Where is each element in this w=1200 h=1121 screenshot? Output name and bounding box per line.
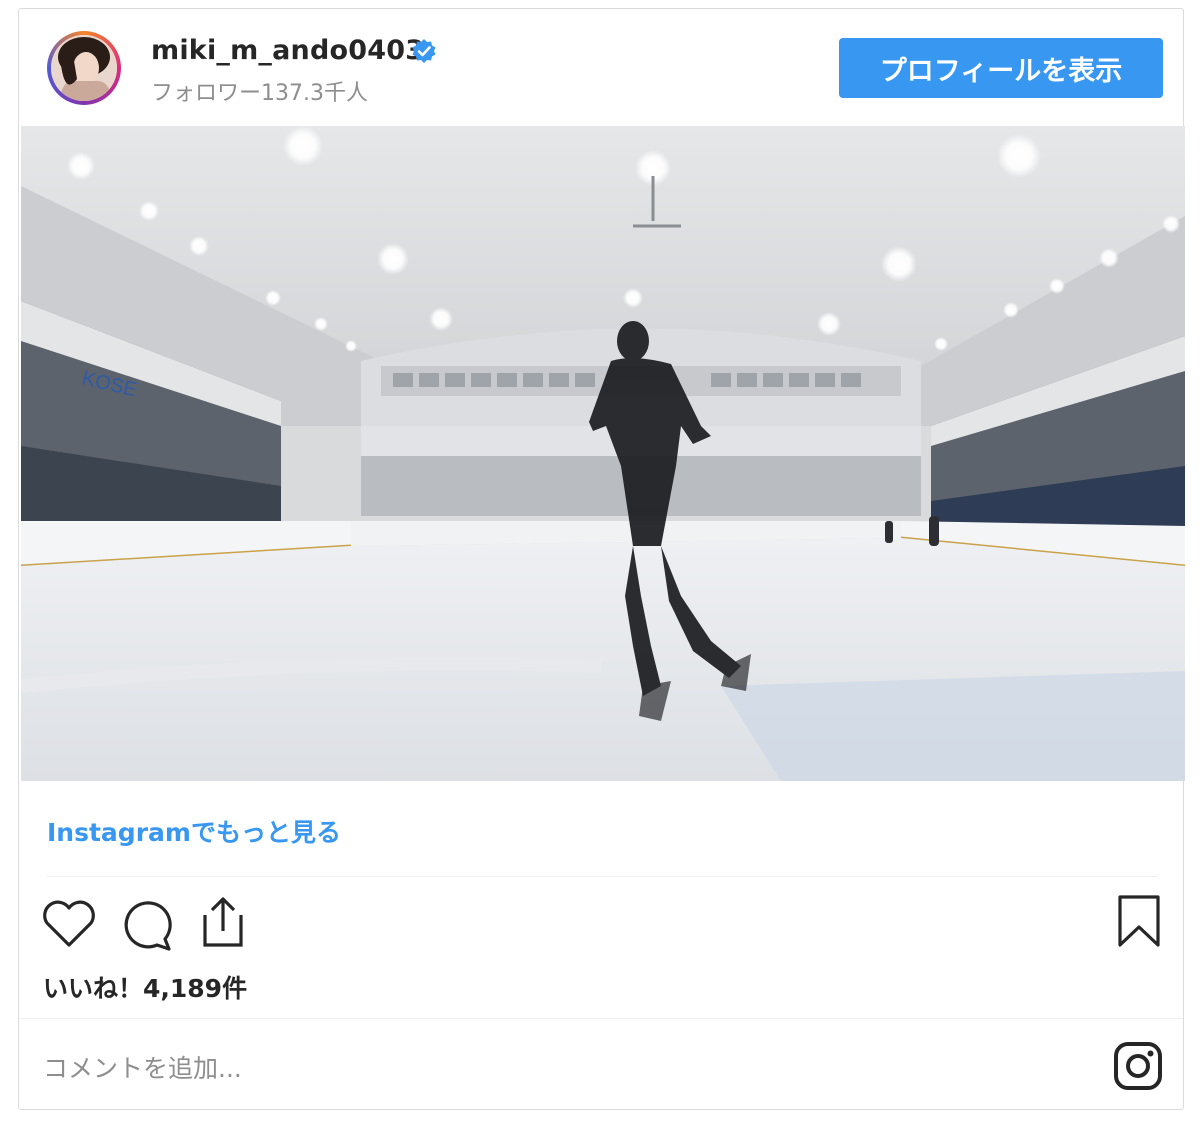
share-icon[interactable]	[197, 893, 249, 949]
avatar[interactable]	[47, 31, 121, 105]
instagram-embed-card: miki_m_ando0403 フォロワー137.3千人 プロフィールを表示 K…	[18, 8, 1185, 1110]
add-comment-link[interactable]: コメントを追加...	[43, 1049, 242, 1085]
post-header: miki_m_ando0403 フォロワー137.3千人 プロフィールを表示	[19, 9, 1183, 126]
avatar-image	[51, 35, 117, 101]
heart-icon[interactable]	[41, 897, 97, 949]
view-more-on-instagram-link[interactable]: Instagramでもっと見る	[47, 813, 341, 849]
view-profile-button[interactable]: プロフィールを表示	[839, 38, 1163, 98]
verified-badge-icon	[412, 39, 436, 63]
ice-rink-scene: KOSE	[21, 126, 1185, 781]
like-count[interactable]: いいね！4,189件	[43, 969, 247, 1005]
username[interactable]: miki_m_ando0403	[151, 35, 424, 66]
post-video[interactable]: KOSE	[21, 126, 1185, 781]
follower-count: フォロワー137.3千人	[151, 81, 368, 106]
divider	[19, 1018, 1183, 1019]
comment-icon[interactable]	[117, 897, 173, 953]
divider	[47, 876, 1157, 877]
instagram-logo-icon[interactable]	[1113, 1041, 1163, 1091]
bookmark-icon[interactable]	[1115, 893, 1163, 949]
